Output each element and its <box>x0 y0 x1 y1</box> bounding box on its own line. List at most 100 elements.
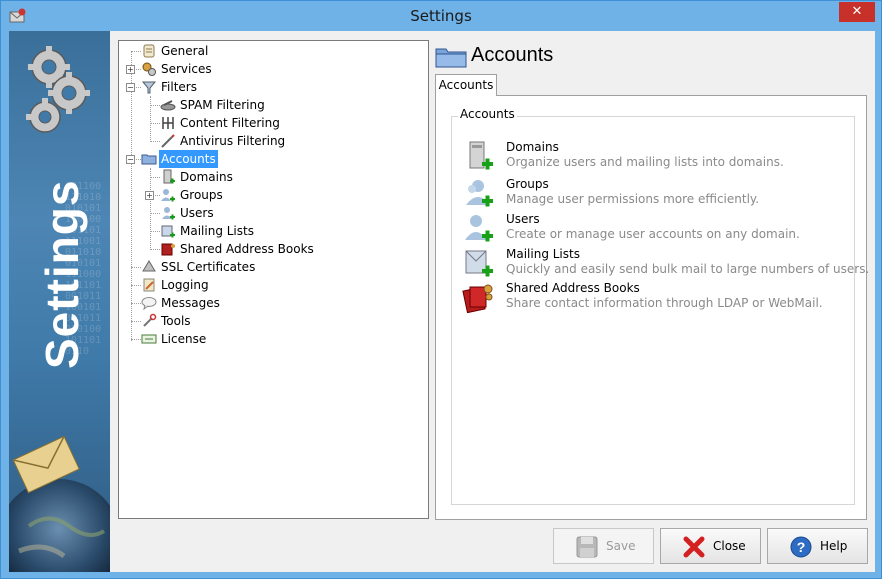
domain-icon <box>469 141 493 170</box>
account-option-mailing-lists[interactable]: Mailing Lists Quickly and easily send bu… <box>462 247 869 281</box>
tree-line <box>131 321 141 322</box>
tree-line <box>131 285 141 286</box>
svg-text:?: ? <box>797 539 806 555</box>
tree-item-shared-address-books[interactable]: Shared Address Books <box>160 240 316 258</box>
close-button[interactable]: Close <box>660 528 761 564</box>
account-option-shared-address-books[interactable]: Shared Address Books Share contact infor… <box>462 281 842 315</box>
tree-line <box>131 51 132 341</box>
tree-item-spam-filtering[interactable]: SPAM Filtering <box>160 96 267 114</box>
settings-window: Settings ✕ 10110011101001010111010010110… <box>0 0 882 579</box>
services-icon <box>142 62 156 76</box>
tree-item-services[interactable]: Services <box>141 60 214 78</box>
user-icon <box>162 207 175 220</box>
tree-line <box>131 51 141 52</box>
account-option-desc: Create or manage user accounts on any do… <box>506 227 800 241</box>
settings-banner: 1011001110100101011101001011011110010110… <box>9 31 110 572</box>
tree-item-label: License <box>161 332 207 346</box>
tree-item-license[interactable]: License <box>141 330 208 348</box>
tree-item-label: Users <box>180 206 214 220</box>
tree-item-antivirus-filtering[interactable]: Antivirus Filtering <box>160 132 287 150</box>
tree-item-label: Antivirus Filtering <box>180 134 286 148</box>
expand-services-toggle[interactable]: + <box>126 65 135 74</box>
mailing-list-icon <box>465 250 493 277</box>
save-button-label: Save <box>606 539 636 553</box>
tree-line <box>150 177 160 178</box>
tree-item-logging[interactable]: Logging <box>141 276 211 294</box>
help-button-label: Help <box>820 539 848 553</box>
tree-item-label: Accounts <box>159 150 218 168</box>
banner-title: Settings <box>36 179 88 369</box>
save-button[interactable]: Save <box>553 528 654 564</box>
domain-icon <box>163 169 175 184</box>
tree-item-filters[interactable]: Filters <box>141 78 199 96</box>
account-option-title: Mailing Lists <box>506 247 580 261</box>
log-icon <box>143 278 155 292</box>
folder-icon <box>141 154 157 165</box>
address-book-icon <box>462 284 493 313</box>
tree-item-label: Filters <box>161 80 197 94</box>
close-icon <box>683 536 705 558</box>
window-close-button[interactable]: ✕ <box>839 2 875 22</box>
account-option-desc: Manage user permissions more efficiently… <box>506 192 760 206</box>
tree-item-tools[interactable]: Tools <box>141 312 193 330</box>
tree-item-label: Messages <box>161 296 220 310</box>
tree-item-label: Services <box>161 62 212 76</box>
tree-line <box>131 339 141 340</box>
antivirus-icon <box>161 134 175 148</box>
tree-line <box>150 141 160 142</box>
account-option-title: Users <box>506 212 540 226</box>
account-option-groups[interactable]: Groups Manage user permissions more effi… <box>462 177 842 211</box>
account-option-title: Domains <box>506 140 559 154</box>
account-option-title: Shared Address Books <box>506 281 640 295</box>
tree-line <box>131 303 141 304</box>
close-button-label: Close <box>713 539 746 553</box>
gears-icon <box>26 46 90 133</box>
filter-icon <box>141 81 157 94</box>
tree-line <box>150 231 160 232</box>
group-label: Accounts <box>458 107 517 121</box>
tree-item-ssl-certificates[interactable]: SSL Certificates <box>141 258 257 276</box>
tab-body: Accounts Domains Organize users and mail… <box>435 95 869 520</box>
scroll-icon <box>143 44 155 58</box>
tree-line <box>150 249 160 250</box>
folder-icon <box>435 48 467 68</box>
mailing-list-icon <box>161 225 175 238</box>
expand-groups-toggle[interactable]: + <box>145 191 154 200</box>
tree-item-mailing-lists[interactable]: Mailing Lists <box>160 222 256 240</box>
tree-line <box>150 213 160 214</box>
tree-item-domains[interactable]: Domains <box>160 168 235 186</box>
tree-line <box>150 105 160 106</box>
client-area: 1011001110100101011101001011011110010110… <box>9 31 875 572</box>
tree-item-messages[interactable]: Messages <box>141 294 222 312</box>
settings-tree[interactable]: + − − + General Services Filters SPAM Fi… <box>118 40 429 519</box>
tree-line <box>150 96 151 140</box>
tree-item-users[interactable]: Users <box>160 204 216 222</box>
help-button[interactable]: ? Help <box>767 528 868 564</box>
tree-item-accounts[interactable]: Accounts <box>141 150 218 168</box>
floppy-disk-icon <box>576 536 598 558</box>
tab-accounts[interactable]: Accounts <box>435 74 497 96</box>
globe-envelope-icon <box>9 435 110 572</box>
tree-item-label: Logging <box>161 278 209 292</box>
spam-filter-icon <box>160 100 176 111</box>
license-icon <box>141 334 157 344</box>
tree-item-label: Groups <box>180 188 223 202</box>
tree-item-general[interactable]: General <box>141 42 210 60</box>
account-option-title: Groups <box>506 177 549 191</box>
account-option-users[interactable]: Users Create or manage user accounts on … <box>462 212 842 246</box>
tree-item-label: Domains <box>180 170 233 184</box>
tree-item-label: Tools <box>161 314 191 328</box>
account-option-desc: Organize users and mailing lists into do… <box>506 155 784 169</box>
tools-icon <box>143 313 157 327</box>
collapse-filters-toggle[interactable]: − <box>126 83 135 92</box>
account-option-desc: Share contact information through LDAP o… <box>506 296 823 310</box>
window-title: Settings <box>410 7 472 25</box>
tree-item-label: Mailing Lists <box>180 224 254 238</box>
group-icon <box>161 189 175 202</box>
tree-item-content-filtering[interactable]: Content Filtering <box>160 114 282 132</box>
collapse-accounts-toggle[interactable]: − <box>126 155 135 164</box>
title-bar[interactable]: Settings ✕ <box>1 1 881 31</box>
certificate-icon <box>142 260 156 272</box>
account-option-domains[interactable]: Domains Organize users and mailing lists… <box>462 140 842 174</box>
tree-item-groups[interactable]: Groups <box>160 186 225 204</box>
